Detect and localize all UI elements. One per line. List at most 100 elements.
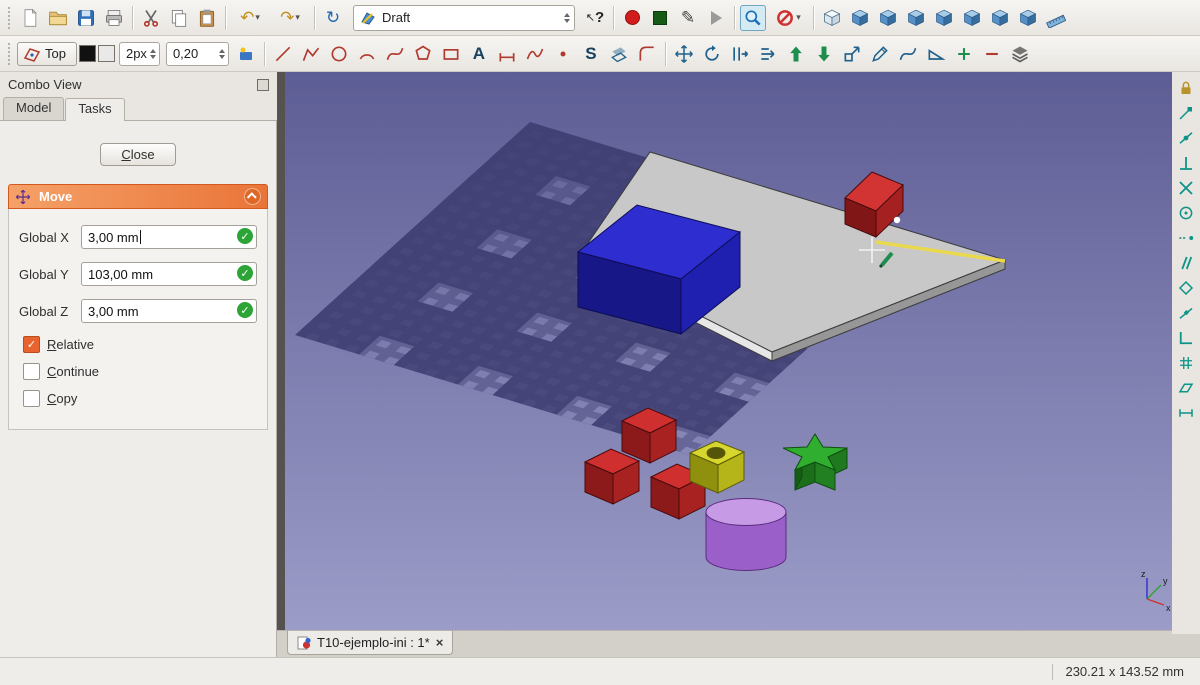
- 3d-viewport[interactable]: z y x: [285, 72, 1172, 630]
- draw-style-button[interactable]: ▾: [768, 5, 808, 31]
- undo-button[interactable]: ↶▾: [231, 5, 269, 31]
- document-tab[interactable]: T10-ejemplo-ini : 1* ×: [287, 631, 453, 655]
- new-document-button[interactable]: [17, 5, 43, 31]
- macro-record-button[interactable]: [619, 5, 645, 31]
- snap-marker: [894, 217, 900, 223]
- draft-rectangle-button[interactable]: [438, 41, 464, 67]
- redo-dropdown-icon: ▾: [295, 12, 300, 23]
- relative-label: Relative: [47, 337, 94, 352]
- paste-button[interactable]: [194, 5, 220, 31]
- redo-button[interactable]: ↷▾: [271, 5, 309, 31]
- line-color-swatch[interactable]: [79, 45, 96, 62]
- view-top-button[interactable]: [875, 5, 901, 31]
- toolbar-drag-handle[interactable]: [7, 42, 12, 66]
- draft-bspline-button[interactable]: [522, 41, 548, 67]
- draft-circle-button[interactable]: [326, 41, 352, 67]
- view-right-button[interactable]: [903, 5, 929, 31]
- purple-cylinder[interactable]: [706, 499, 786, 571]
- cut-button[interactable]: [138, 5, 164, 31]
- line-width-spinner[interactable]: 2px: [119, 42, 160, 66]
- measure-distance-button[interactable]: [1043, 5, 1069, 31]
- copy-checkbox[interactable]: [23, 390, 40, 407]
- copy-button[interactable]: [166, 5, 192, 31]
- view-axonometric-button[interactable]: [1015, 5, 1041, 31]
- face-color-swatch[interactable]: [98, 45, 115, 62]
- draft-rotate-button[interactable]: [699, 41, 725, 67]
- draft-offset-button[interactable]: [727, 41, 753, 67]
- snap-midpoint-button[interactable]: [1174, 126, 1198, 150]
- draft-edit-button[interactable]: [867, 41, 893, 67]
- draft-facebinder-button[interactable]: [606, 41, 632, 67]
- view-left-button[interactable]: [987, 5, 1013, 31]
- save-document-button[interactable]: [73, 5, 99, 31]
- view-rear-button[interactable]: [931, 5, 957, 31]
- draft-text-button[interactable]: A: [466, 41, 492, 67]
- view-front-button[interactable]: [847, 5, 873, 31]
- snap-perpendicular-button[interactable]: [1174, 151, 1198, 175]
- working-plane-button[interactable]: Top: [17, 42, 77, 66]
- draft-polygon-button[interactable]: [410, 41, 436, 67]
- workbench-selector-spinner[interactable]: [564, 13, 570, 23]
- open-document-button[interactable]: [45, 5, 71, 31]
- snap-extension-button[interactable]: [1174, 226, 1198, 250]
- macro-stop-button[interactable]: [647, 5, 673, 31]
- global-x-input[interactable]: 3,00 mm ✓: [81, 225, 257, 249]
- draft-dimension-button[interactable]: [494, 41, 520, 67]
- text-scale-spinner[interactable]: 0,20: [166, 42, 229, 66]
- draft-upgrade-button[interactable]: [783, 41, 809, 67]
- collapse-task-icon[interactable]: [244, 188, 261, 205]
- snap-parallel-button[interactable]: [1174, 251, 1198, 275]
- draft-trimex-button[interactable]: [755, 41, 781, 67]
- draft-line-button[interactable]: [270, 41, 296, 67]
- draft-downgrade-button[interactable]: [811, 41, 837, 67]
- float-panel-icon[interactable]: [257, 79, 269, 91]
- global-z-input[interactable]: 3,00 mm ✓: [81, 299, 257, 323]
- valid-check-icon: ✓: [237, 302, 253, 318]
- whats-this-button[interactable]: ↖?: [582, 5, 608, 31]
- tab-tasks[interactable]: Tasks: [65, 98, 124, 121]
- draft-wire-to-bspline-button[interactable]: [895, 41, 921, 67]
- draft-arc-button[interactable]: [354, 41, 380, 67]
- macro-edit-button[interactable]: ✎: [675, 5, 701, 31]
- draft-bezier-button[interactable]: [382, 41, 408, 67]
- snap-ortho-button[interactable]: [1174, 326, 1198, 350]
- draft-add-point-button[interactable]: [951, 41, 977, 67]
- refresh-button[interactable]: ↻: [320, 5, 346, 31]
- view-isometric-button[interactable]: [819, 5, 845, 31]
- snap-working-plane-button[interactable]: [1174, 376, 1198, 400]
- draft-shapestring-button[interactable]: S: [578, 41, 604, 67]
- macro-play-button[interactable]: [703, 5, 729, 31]
- fit-all-button[interactable]: [740, 5, 766, 31]
- view-bottom-button[interactable]: [959, 5, 985, 31]
- draft-remove-point-button[interactable]: [979, 41, 1005, 67]
- print-button[interactable]: [101, 5, 127, 31]
- continue-checkbox[interactable]: [23, 363, 40, 380]
- draft-layer-button[interactable]: [1007, 41, 1033, 67]
- snap-lock-button[interactable]: [1174, 76, 1198, 100]
- fillet-icon: [637, 44, 657, 64]
- close-task-button[interactable]: Close: [100, 143, 175, 166]
- clipboard-icon: [197, 8, 217, 28]
- draft-move-button[interactable]: [671, 41, 697, 67]
- snap-angle-button[interactable]: [1174, 176, 1198, 200]
- draft-point-button[interactable]: [550, 41, 576, 67]
- global-y-input[interactable]: 103,00 mm ✓: [81, 262, 257, 286]
- snap-dimensions-button[interactable]: [1174, 401, 1198, 425]
- snap-grid-button[interactable]: [1174, 351, 1198, 375]
- snap-center-button[interactable]: [1174, 201, 1198, 225]
- draft-slope-button[interactable]: [923, 41, 949, 67]
- autogroup-button[interactable]: [233, 41, 259, 67]
- workbench-selector[interactable]: Draft: [353, 5, 575, 31]
- redo-icon: ↷: [280, 9, 294, 26]
- draft-fillet-button[interactable]: [634, 41, 660, 67]
- snap-lock-icon: [1177, 79, 1195, 97]
- close-document-icon[interactable]: ×: [436, 635, 444, 650]
- snap-endpoint-button[interactable]: [1174, 101, 1198, 125]
- draft-sc ale-button[interactable]: [839, 41, 865, 67]
- snap-near-button[interactable]: [1174, 301, 1198, 325]
- snap-special-button[interactable]: [1174, 276, 1198, 300]
- draft-polyline-button[interactable]: [298, 41, 324, 67]
- toolbar-drag-handle[interactable]: [7, 6, 12, 30]
- relative-checkbox[interactable]: ✓: [23, 336, 40, 353]
- tab-model[interactable]: Model: [3, 97, 64, 120]
